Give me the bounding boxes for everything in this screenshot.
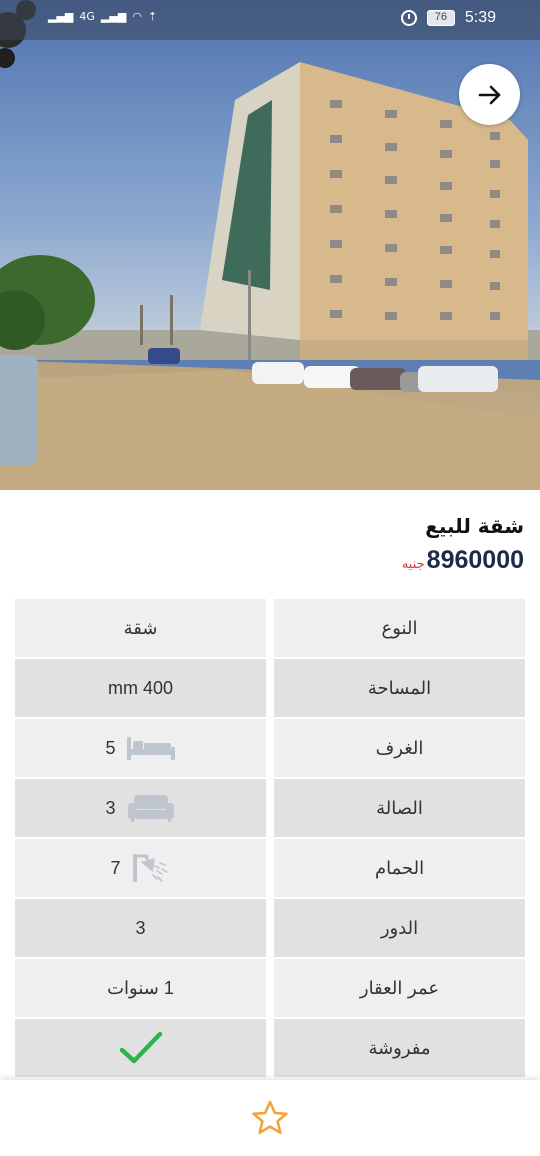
floor-value: 3 <box>135 917 146 938</box>
table-row: 1 سنوات عمر العقار <box>15 959 525 1019</box>
table-row: 5 الغرف <box>15 719 525 779</box>
bed-icon <box>126 737 175 760</box>
detail-value: 7 <box>15 839 266 897</box>
rooms-value-wrap: 5 <box>105 735 175 761</box>
shower-icon <box>132 854 168 882</box>
wifi-icon: ◠ <box>132 10 142 23</box>
table-row: 7 الحمام <box>15 839 525 899</box>
detail-label: عمر العقار <box>274 959 525 1017</box>
table-row: مفروشة <box>15 1019 525 1079</box>
bath-value: 7 <box>110 857 121 878</box>
property-photo-scene <box>0 0 540 490</box>
table-row: 3 الدور <box>15 899 525 959</box>
details-table: شقة النوع mm 400 المساحة 5 الغرف 3 الصال… <box>15 599 525 1079</box>
detail-label: المساحة <box>274 659 525 717</box>
bath-value-wrap: 7 <box>110 852 170 884</box>
arrow-right-icon <box>478 85 500 104</box>
price-value: 8960000 <box>426 546 524 574</box>
detail-value: 3 <box>15 779 266 837</box>
battery-icon: 76 <box>426 10 455 26</box>
detail-label: الصالة <box>274 779 525 837</box>
clock: 5:39 <box>464 9 496 26</box>
area-value: mm 400 <box>107 677 174 698</box>
table-row: 3 الصالة <box>15 779 525 839</box>
table-row: شقة النوع <box>15 599 525 659</box>
alarm-icon <box>400 10 417 26</box>
property-photo[interactable] <box>0 0 540 490</box>
sofa-icon <box>127 795 174 822</box>
status-right-icons: 76 5:39 <box>400 9 496 27</box>
age-value: 1 سنوات <box>107 977 174 998</box>
detail-value: mm 400 <box>15 659 266 717</box>
status-left-icons: ▂▄▆ 4G ▂▄▆ ◠ ⇡ <box>48 10 157 23</box>
living-value: 3 <box>105 797 116 818</box>
checkmark-icon <box>119 1031 162 1064</box>
signal-icon-2: ▂▄▆ <box>100 10 127 23</box>
detail-label: مفروشة <box>274 1019 525 1077</box>
detail-value: 1 سنوات <box>15 959 266 1017</box>
detail-label: النوع <box>274 599 525 657</box>
living-value-wrap: 3 <box>105 793 175 823</box>
signal-icon: ▂▄▆ <box>48 10 74 23</box>
price-currency: جنيه <box>401 557 425 572</box>
detail-value: 5 <box>15 719 266 777</box>
bottom-bar <box>0 1080 540 1156</box>
upload-icon: ⇡ <box>147 10 158 23</box>
star-outline-icon[interactable] <box>250 1099 290 1137</box>
table-row: mm 400 المساحة <box>15 659 525 719</box>
detail-value: 3 <box>15 899 266 957</box>
next-button[interactable] <box>459 64 520 125</box>
detail-label: الدور <box>274 899 525 957</box>
detail-value: شقة <box>15 599 266 657</box>
status-bar: ▂▄▆ 4G ▂▄▆ ◠ ⇡ 76 5:39 <box>0 0 540 40</box>
detail-value <box>15 1019 266 1077</box>
network-type: 4G <box>79 10 95 23</box>
detail-label: الغرف <box>274 719 525 777</box>
rooms-value: 5 <box>105 737 116 758</box>
detail-label: الحمام <box>274 839 525 897</box>
listing-title: شقة للبيع <box>425 514 524 538</box>
price-row: 8960000 جنيه <box>402 546 524 575</box>
type-value: شقة <box>123 617 158 638</box>
